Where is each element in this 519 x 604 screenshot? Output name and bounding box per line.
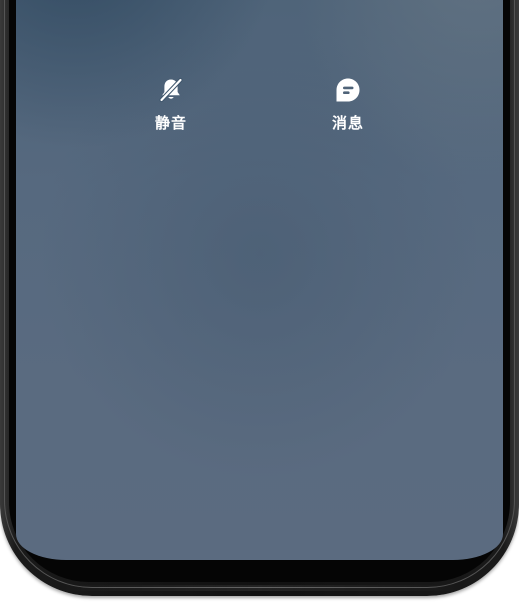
message-label: 消息 <box>331 114 364 132</box>
frame-gloss <box>60 585 460 591</box>
mute-label: 静音 <box>154 114 187 132</box>
mute-shortcut[interactable]: 静音 <box>131 75 211 133</box>
bell-off-icon <box>156 75 186 105</box>
message-shortcut[interactable]: 消息 <box>308 75 388 133</box>
phone-screen: 静音 消息 <box>16 0 503 560</box>
device-mockup: 静音 消息 <box>0 0 519 604</box>
message-icon <box>333 75 363 105</box>
